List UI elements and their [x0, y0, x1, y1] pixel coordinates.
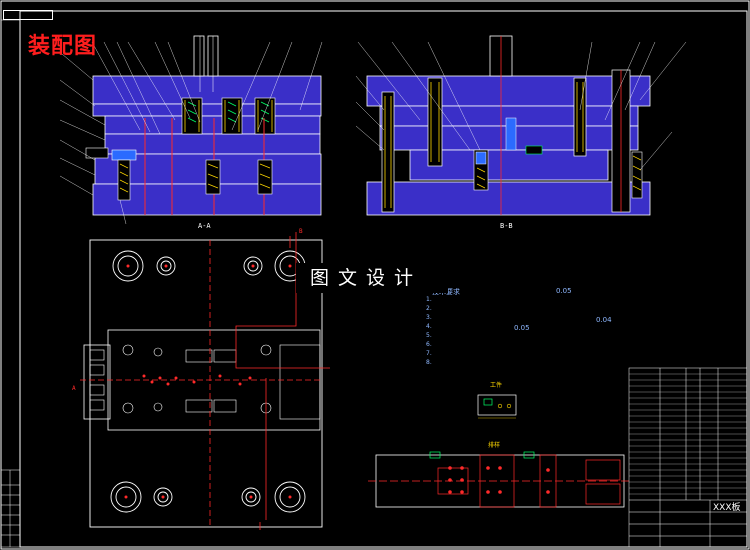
note-tolerance: 0.05 — [514, 324, 530, 332]
note-tolerance: 0.05 — [556, 287, 572, 295]
title-block-code: XXX板 — [713, 503, 741, 513]
section-bb-label: B-B — [500, 222, 513, 230]
bottom-plate-bb — [366, 181, 651, 216]
note-line: 6. — [426, 341, 432, 348]
section-bb-assembly — [355, 35, 687, 216]
top-plate-bb — [366, 75, 651, 107]
top-plate — [92, 75, 322, 105]
guide-block — [111, 149, 137, 161]
cad-drawing-canvas: 装配图 A-A B-B A B 技术要求 1. 2. 3. 4. 5. 6. 7… — [0, 0, 750, 550]
title-block — [628, 367, 748, 548]
corner-drawing-tag — [3, 10, 53, 20]
note-line: 2. — [426, 305, 432, 312]
note-line: 4. — [426, 323, 432, 330]
drawing-title: 装配图 — [28, 34, 98, 59]
view-marker-b: B — [299, 228, 303, 235]
note-line: 5. — [426, 332, 432, 339]
section-aa-label: A-A — [198, 222, 211, 230]
shank-left — [193, 35, 205, 77]
note-tolerance: 0.04 — [596, 316, 612, 324]
plan-view — [80, 232, 330, 530]
note-line: 7. — [426, 350, 432, 357]
lower-die-outline — [89, 239, 323, 528]
bom-rows — [629, 373, 747, 495]
section-aa-assembly — [59, 35, 323, 225]
note-line: 8. — [426, 359, 432, 366]
binding-strip — [0, 469, 21, 548]
part-view-label: 工件 — [490, 382, 503, 389]
note-line: 1. — [426, 296, 432, 303]
watermark-text: 图文设计 — [296, 263, 448, 293]
strip-layout — [368, 451, 630, 508]
stripper-plate — [104, 133, 321, 155]
punch-backing-plate — [92, 103, 322, 117]
view-marker-a: A — [72, 385, 76, 392]
part-drawing — [477, 394, 517, 419]
strip-view-label: 排样 — [488, 442, 501, 449]
note-line: 3. — [426, 314, 432, 321]
